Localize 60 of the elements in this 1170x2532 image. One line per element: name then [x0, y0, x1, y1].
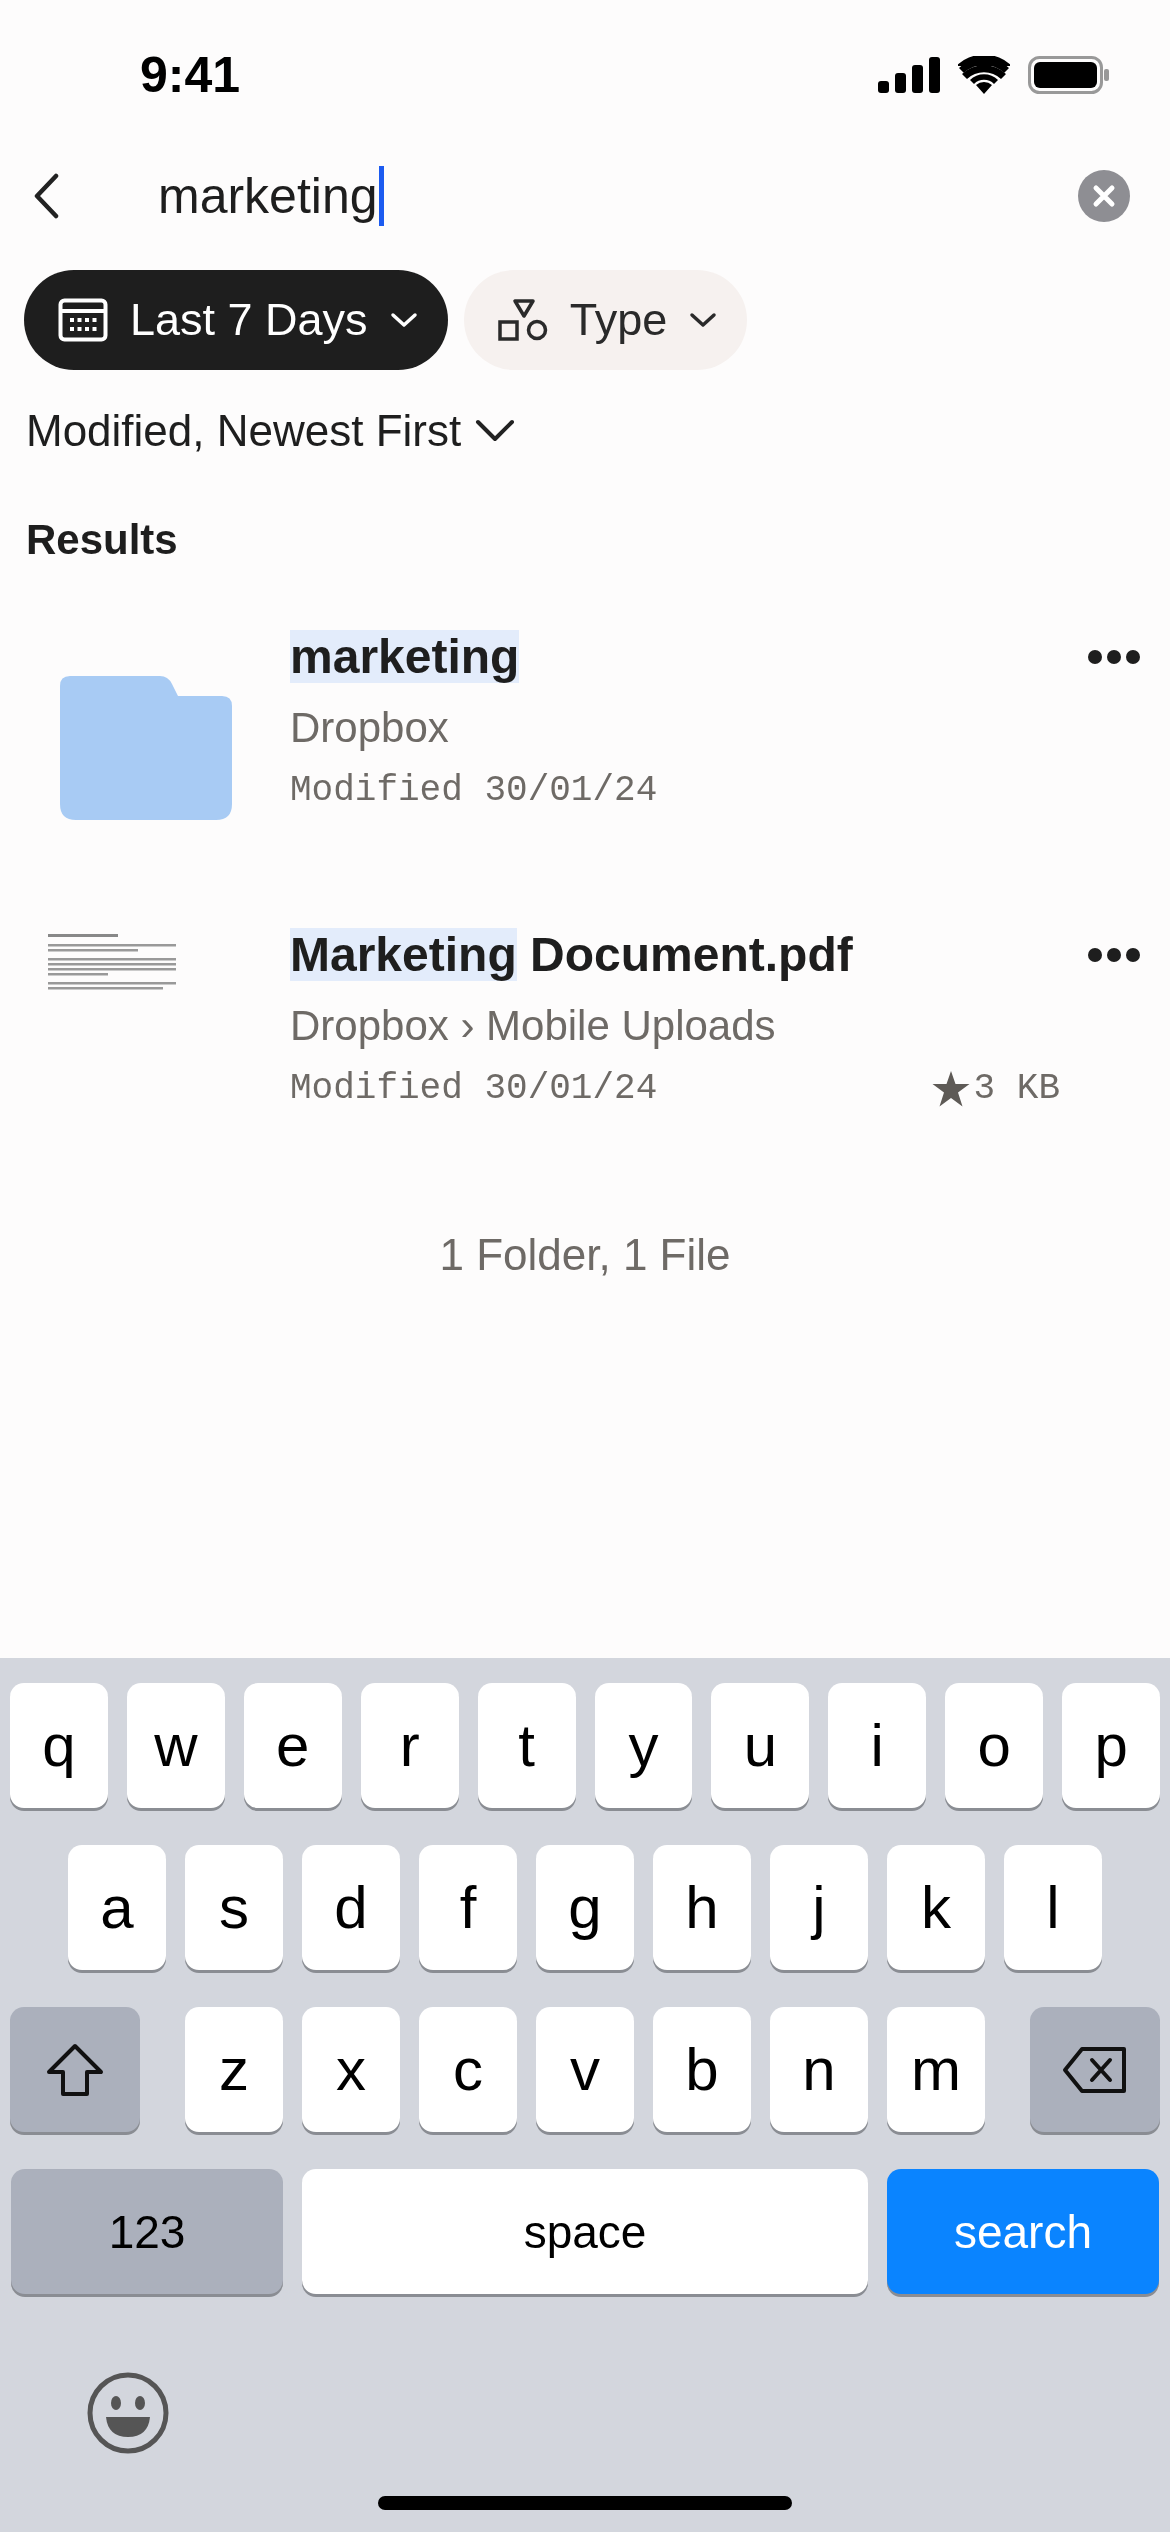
letter-key[interactable]: t	[477, 1683, 576, 1808]
file-location: Dropbox › Mobile Uploads	[290, 1002, 777, 1050]
search-field[interactable]: marketing	[158, 166, 1078, 226]
emoji-icon[interactable]	[86, 2371, 170, 2455]
file-location: Dropbox	[290, 704, 450, 752]
modified-date: Modified 30/01/24	[290, 1068, 659, 1109]
chevron-down-icon	[475, 419, 516, 443]
battery-icon	[1028, 56, 1110, 94]
sort-dropdown[interactable]: Modified, Newest First	[26, 406, 516, 456]
backspace-icon	[1062, 2045, 1128, 2094]
letter-key[interactable]: q	[9, 1683, 108, 1808]
letter-key[interactable]: c	[419, 2007, 517, 2132]
letter-key[interactable]: v	[536, 2007, 634, 2132]
shift-arrow-icon	[45, 2041, 105, 2098]
letter-key[interactable]: p	[1062, 1683, 1161, 1808]
letter-key[interactable]: z	[185, 2007, 283, 2132]
letter-key[interactable]: u	[711, 1683, 810, 1808]
letter-key[interactable]: o	[945, 1683, 1044, 1808]
numbers-key[interactable]: 123	[11, 2169, 283, 2294]
filter-chip[interactable]: Last 7 Days	[24, 270, 448, 370]
wifi-icon	[958, 56, 1010, 94]
signal-icon	[878, 57, 940, 93]
chevron-down-icon	[689, 312, 718, 328]
letter-key[interactable]: a	[68, 1845, 166, 1970]
more-button[interactable]	[1088, 948, 1140, 965]
letter-key[interactable]: f	[419, 1845, 517, 1970]
letter-key[interactable]: i	[828, 1683, 927, 1808]
delete-key[interactable]	[1030, 2007, 1160, 2132]
letter-key[interactable]: g	[536, 1845, 634, 1970]
filter-chip[interactable]: Type	[463, 270, 748, 370]
folder-icon	[60, 676, 232, 820]
letter-key[interactable]: k	[887, 1845, 985, 1970]
letter-key[interactable]: b	[653, 2007, 751, 2132]
letter-key[interactable]: s	[185, 1845, 283, 1970]
search-key[interactable]: search	[887, 2169, 1159, 2294]
results-heading: Results	[26, 516, 179, 564]
results-summary: 1 Folder, 1 File	[438, 1230, 732, 1280]
space-key[interactable]: space	[302, 2169, 868, 2294]
modified-date: Modified 30/01/24	[290, 770, 659, 811]
letter-key[interactable]: n	[770, 2007, 868, 2132]
letter-key[interactable]: e	[243, 1683, 342, 1808]
letter-key[interactable]: m	[887, 2007, 985, 2132]
clear-button[interactable]	[1078, 170, 1130, 222]
letter-key[interactable]: h	[653, 1845, 751, 1970]
letter-key[interactable]: x	[302, 2007, 400, 2132]
letter-key[interactable]: l	[1004, 1845, 1102, 1970]
file-size: 3 KB	[973, 1068, 1060, 1109]
status-time: 9:41	[140, 46, 241, 104]
letter-key[interactable]: d	[302, 1845, 400, 1970]
shapes-icon	[497, 298, 548, 342]
letter-key[interactable]: r	[360, 1683, 459, 1808]
letter-key[interactable]: y	[594, 1683, 693, 1808]
letter-key[interactable]: j	[770, 1845, 868, 1970]
calendar-icon	[58, 298, 108, 342]
file-name[interactable]: marketing	[290, 626, 1088, 688]
chevron-down-icon	[389, 312, 418, 328]
letter-key[interactable]: w	[126, 1683, 225, 1808]
file-name[interactable]: Marketing Document.pdf	[290, 924, 1088, 986]
shift-key[interactable]	[10, 2007, 140, 2132]
more-button[interactable]	[1088, 650, 1140, 667]
